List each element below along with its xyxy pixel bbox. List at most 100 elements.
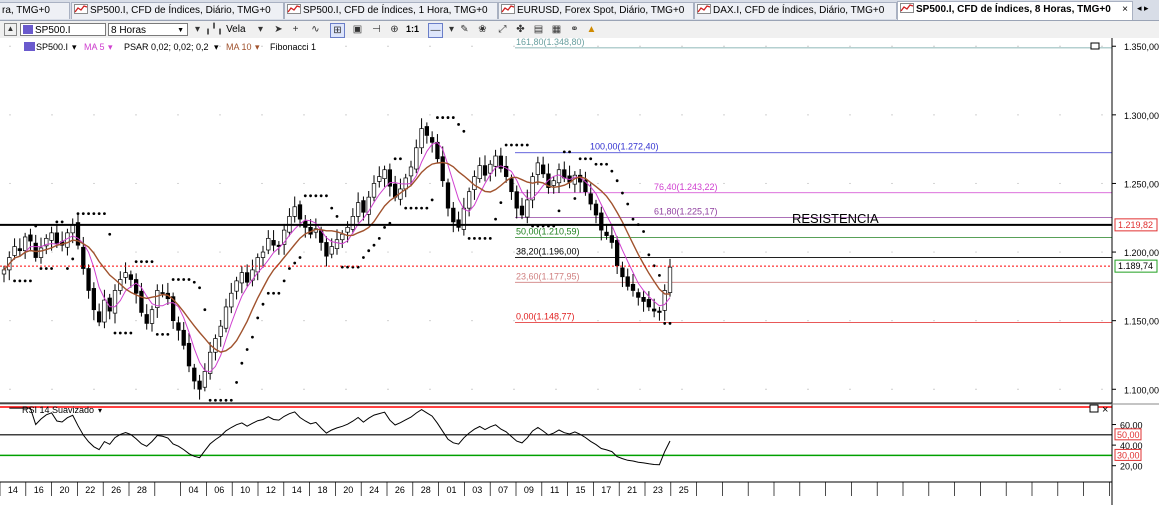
- tab-chart-2[interactable]: SP500.I, CFD de Índices, 1 Hora, TMG+0: [284, 2, 498, 19]
- candle-body: [260, 251, 266, 258]
- resistance-annotation[interactable]: RESISTENCIA: [792, 211, 879, 226]
- candle-body: [22, 236, 28, 252]
- candle-body: [324, 242, 329, 257]
- date-label: 07: [498, 485, 508, 495]
- grid-dot: [261, 388, 263, 390]
- chevron-down-icon: ▼: [177, 27, 184, 34]
- maximize-icon[interactable]: [1090, 42, 1100, 50]
- candle-body: [54, 232, 60, 245]
- legend-ma5[interactable]: MA 5: [84, 42, 105, 52]
- grid-dot: [807, 114, 809, 116]
- grid-dot: [849, 251, 851, 253]
- horizontal-line-icon[interactable]: —: [428, 23, 443, 38]
- grid-dot: [723, 114, 725, 116]
- candle-body: [292, 206, 297, 217]
- chart-type-select[interactable]: ╻╹╻ Vela: [205, 23, 250, 36]
- wave-icon[interactable]: ∿: [309, 23, 322, 36]
- candle-body: [17, 248, 23, 252]
- close-tab-icon[interactable]: ×: [1122, 2, 1128, 18]
- grid-dot: [219, 114, 221, 116]
- price-tick-label: 1.100,00: [1124, 385, 1159, 395]
- candle-body: [176, 322, 181, 331]
- candle-body: [414, 147, 419, 170]
- tab-chart-3[interactable]: EURUSD, Forex Spot, Diário, TMG+0: [498, 2, 694, 19]
- alert-icon[interactable]: ▲: [585, 23, 598, 36]
- fib-level-label: 161,80(1.348,80): [516, 38, 585, 47]
- grid-dot: [723, 182, 725, 185]
- grid-dot: [555, 114, 557, 116]
- maximize-icon[interactable]: [1089, 404, 1099, 413]
- grid-icon[interactable]: ⊞: [330, 23, 345, 38]
- tab-label: DAX.I, CFD de Índices, Diário, TMG+0: [713, 5, 885, 16]
- close-panel-icon[interactable]: ×: [1102, 404, 1108, 416]
- chevron-down-icon[interactable]: ▾: [445, 23, 458, 36]
- objects-icon[interactable]: ❀: [476, 23, 489, 36]
- pen-icon[interactable]: ✎: [458, 23, 471, 36]
- chart-tab-icon: [74, 4, 88, 14]
- legend-fibonacci[interactable]: Fibonacci 1: [270, 42, 316, 52]
- date-label: 16: [34, 485, 44, 495]
- indicator-icon[interactable]: ✤: [514, 23, 527, 36]
- candle-body: [86, 268, 91, 291]
- psar-dot: [171, 278, 175, 281]
- pin-icon[interactable]: ⊣: [370, 23, 383, 36]
- rsi-label[interactable]: RSI 14 Suavizado: [22, 405, 94, 415]
- period-select[interactable]: 8 Horas ▼: [108, 23, 188, 36]
- candle-body: [493, 155, 498, 167]
- chevron-down-icon[interactable]: ▾: [254, 23, 267, 36]
- chevron-down-icon[interactable]: ▾: [191, 23, 204, 36]
- price-tick-label: 1.150,00: [1124, 317, 1159, 327]
- psar-dot: [214, 398, 217, 402]
- chevron-down-icon: ▾: [255, 42, 260, 52]
- psar-dot: [658, 273, 661, 277]
- legend-ma10[interactable]: MA 10: [226, 42, 252, 52]
- grid-dot: [303, 182, 305, 185]
- chart-type-value: Vela: [226, 24, 246, 35]
- candle-body: [461, 207, 467, 230]
- legend-psar[interactable]: PSAR 0,02; 0,02; 0,2: [124, 42, 209, 52]
- expand-icon[interactable]: ⤢: [496, 23, 509, 36]
- grid-dot: [891, 251, 893, 253]
- zoom-in-icon[interactable]: ⊕: [388, 23, 401, 36]
- grid-dot: [681, 388, 683, 390]
- candle-body: [588, 193, 593, 205]
- grid-dot: [597, 388, 599, 390]
- psar-dot: [663, 322, 667, 325]
- psar-dot: [325, 194, 328, 198]
- psar-dot: [261, 302, 265, 306]
- collapse-icon[interactable]: ▲: [4, 23, 17, 36]
- psar-dot: [208, 398, 212, 402]
- cursor-icon[interactable]: ➤: [272, 23, 285, 36]
- layout-icon[interactable]: ▤: [532, 23, 545, 36]
- data-window-icon[interactable]: ▣: [351, 23, 364, 36]
- template-icon[interactable]: ▦: [550, 23, 563, 36]
- tab-chart-0[interactable]: ra, TMG+0: [0, 2, 70, 19]
- psar-dot: [92, 212, 96, 216]
- link-icon[interactable]: ⚭: [568, 23, 581, 36]
- candle-body: [382, 169, 387, 179]
- chart-canvas[interactable]: 161,80(1.348,80) 100,00(1.272,40) 76,40(1.…: [0, 38, 1159, 505]
- crosshair-icon[interactable]: +: [289, 23, 302, 36]
- grid-dot: [849, 320, 851, 322]
- psar-dot: [573, 197, 577, 200]
- grid-dot: [1017, 182, 1019, 185]
- tab-chart-active[interactable]: SP500.I, CFD de Índices, 8 Horas, TMG+0 ×: [897, 1, 1133, 20]
- candle-body: [229, 292, 234, 308]
- psar-dot: [314, 194, 318, 198]
- grid-dot: [135, 388, 137, 390]
- tab-label: SP500.I, CFD de Índices, 1 Hora, TMG+0: [303, 5, 488, 16]
- psar-dot: [108, 232, 112, 236]
- psar-dot: [383, 225, 386, 229]
- symbol-selector[interactable]: SP500.I: [20, 23, 106, 36]
- zoom-reset-button[interactable]: 1:1: [406, 23, 422, 36]
- tab-chart-4[interactable]: DAX.I, CFD de Índices, Diário, TMG+0: [694, 2, 897, 19]
- tab-chart-1[interactable]: SP500.I, CFD de Índices, Diário, TMG+0: [71, 2, 284, 19]
- grid-dot: [513, 251, 515, 253]
- candle-body: [604, 231, 609, 236]
- legend-symbol[interactable]: SP500.I: [36, 42, 68, 52]
- candle-body: [197, 380, 202, 390]
- date-label: 12: [266, 485, 276, 495]
- tab-scroll-arrows[interactable]: ◂ ▸: [1137, 3, 1149, 14]
- psar-dot: [621, 191, 624, 195]
- candle-body: [636, 292, 641, 298]
